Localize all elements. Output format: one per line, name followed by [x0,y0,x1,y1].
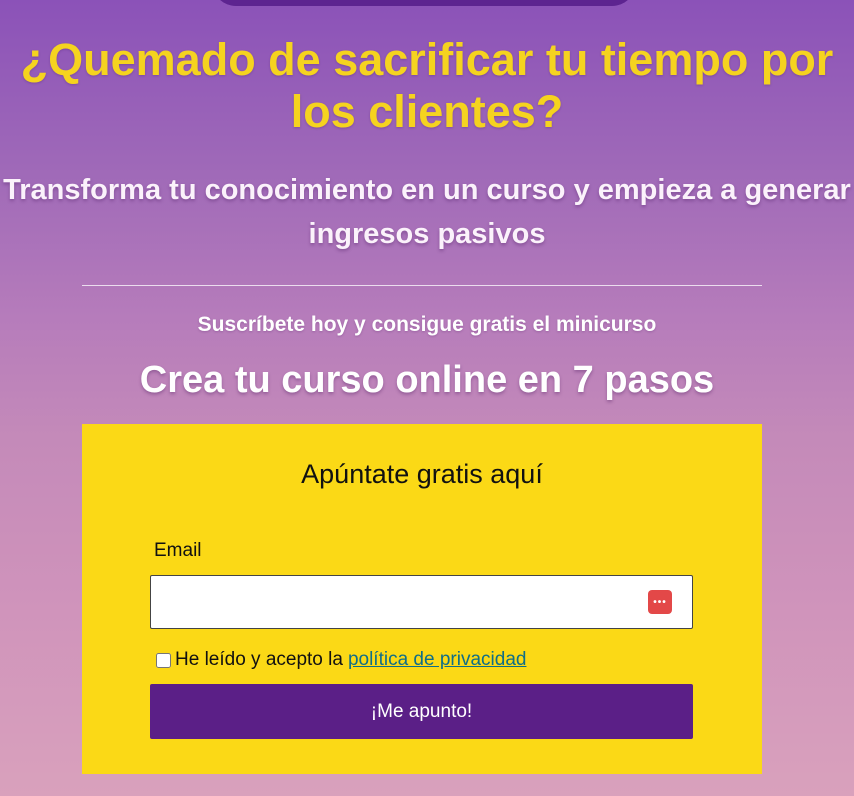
password-manager-icon[interactable]: ••• [648,590,672,614]
course-title: Crea tu curso online en 7 pasos [139,359,715,401]
privacy-policy-link[interactable]: política de privacidad [348,648,527,672]
top-decorative-pill [212,0,636,6]
main-headline: ¿Quemado de sacrificar tu tiempo por los… [20,34,834,137]
email-field[interactable] [150,575,693,629]
consent-text: He leído y acepto la [175,649,343,670]
privacy-consent: He leído y acepto la política de privaci… [154,648,526,672]
subheadline: Transforma tu conocimiento en un curso y… [3,174,851,250]
submit-button[interactable]: ¡Me apunto! [150,684,693,739]
divider [82,285,762,286]
subscribe-text: Suscríbete hoy y consigue gratis el mini… [197,313,657,336]
signup-form: Apúntate gratis aquí Email ••• He leído … [82,424,762,774]
privacy-checkbox[interactable] [156,652,171,668]
form-title: Apúntate gratis aquí [301,459,543,489]
email-label: Email [154,540,202,561]
